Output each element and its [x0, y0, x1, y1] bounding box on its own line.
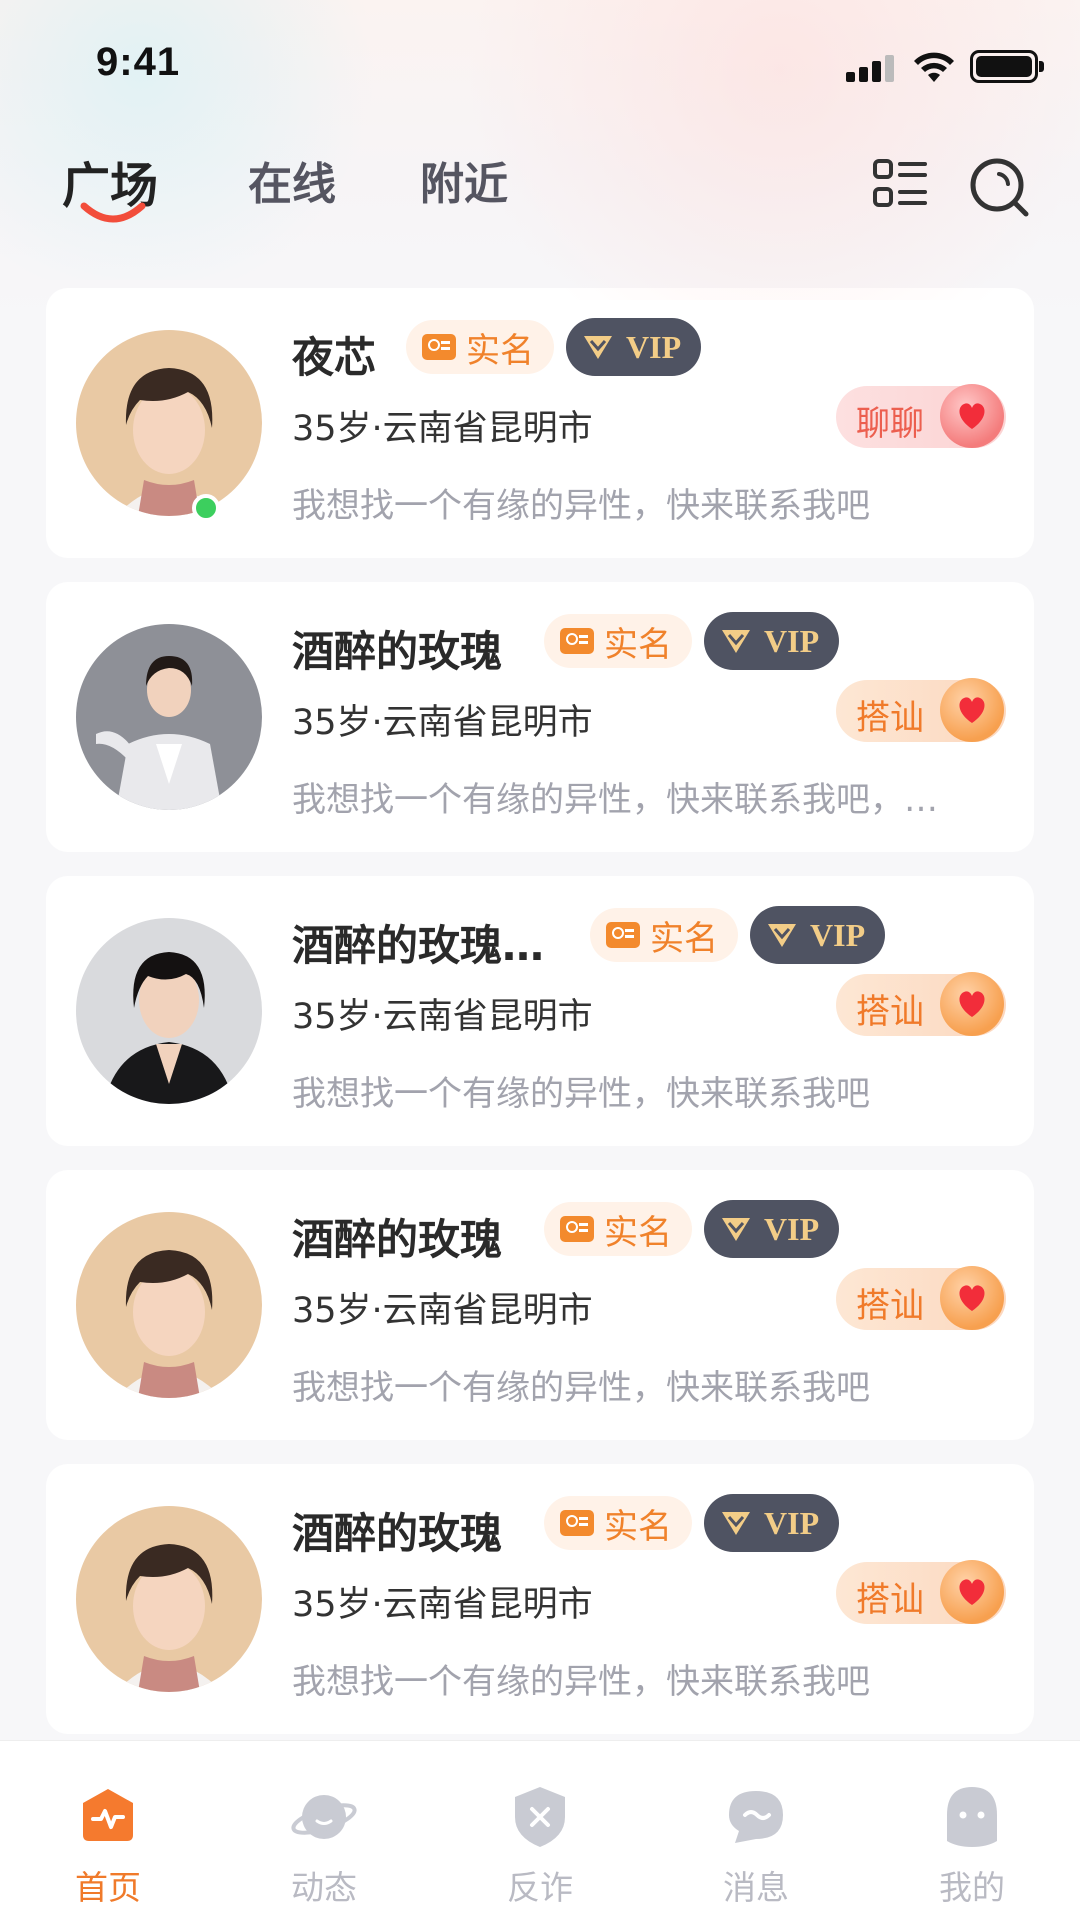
vip-badge: VIP — [704, 1494, 840, 1552]
vip-label: VIP — [764, 1210, 820, 1247]
avatar[interactable] — [76, 1506, 262, 1692]
user-name: 酒醉的玫瑰 — [292, 627, 503, 676]
id-card-icon — [560, 1216, 594, 1242]
tab-nearby[interactable]: 附近 — [420, 148, 508, 212]
wifi-icon — [914, 52, 954, 82]
id-card-icon — [560, 628, 594, 654]
vip-badge: VIP — [704, 612, 840, 670]
user-bio: 我想找一个有缘的异性，快来联系我吧，… — [292, 780, 938, 820]
user-name: 夜芯 — [292, 333, 377, 382]
user-name: 酒醉的玫瑰… — [292, 921, 545, 970]
id-card-icon — [422, 334, 456, 360]
user-bio: 我想找一个有缘的异性，快来联系我吧 — [292, 1368, 870, 1408]
verified-badge: 实名 — [544, 614, 692, 668]
avatar[interactable] — [76, 330, 262, 516]
user-name: 酒醉的玫瑰 — [292, 1509, 503, 1558]
verified-label: 实名 — [604, 1212, 672, 1253]
vip-badge: VIP — [566, 318, 702, 376]
heart-icon — [940, 1560, 1004, 1624]
verified-label: 实名 — [604, 624, 672, 665]
shield-icon — [505, 1781, 575, 1851]
diamond-icon — [722, 1512, 750, 1535]
user-card[interactable]: 酒醉的玫瑰 实名 VIP 35岁·云南省昆明市 我想找一个有缘的异性，快来联系我… — [46, 1464, 1034, 1734]
tab-active-indicator — [80, 202, 146, 223]
diamond-icon — [722, 630, 750, 653]
heart-icon — [940, 384, 1004, 448]
greet-button[interactable]: 搭讪 — [836, 678, 1006, 742]
verified-label: 实名 — [650, 918, 718, 959]
user-bio: 我想找一个有缘的异性，快来联系我吧 — [292, 486, 870, 526]
greet-button-label: 搭讪 — [856, 1580, 924, 1620]
verified-badge: 实名 — [590, 908, 738, 962]
verified-label: 实名 — [604, 1506, 672, 1547]
avatar[interactable] — [76, 918, 262, 1104]
user-meta: 35岁·云南省昆明市 — [292, 997, 593, 1037]
search-icon[interactable] — [968, 156, 1030, 218]
status-bar: 9:41 — [0, 0, 1080, 130]
tabbar-messages[interactable]: 消息 — [686, 1781, 826, 1909]
avatar[interactable] — [76, 1212, 262, 1398]
verified-badge: 实名 — [544, 1496, 692, 1550]
heart-icon — [940, 972, 1004, 1036]
greet-button-label: 搭讪 — [856, 992, 924, 1032]
user-meta: 35岁·云南省昆明市 — [292, 703, 593, 743]
vip-label: VIP — [764, 622, 820, 659]
greet-button-label: 搭讪 — [856, 1286, 924, 1326]
greet-button-label: 搭讪 — [856, 698, 924, 738]
message-icon — [721, 1781, 791, 1851]
online-status-dot — [192, 494, 220, 522]
tabbar-home-label: 首页 — [75, 1868, 141, 1907]
tabbar-moments[interactable]: 动态 — [254, 1781, 394, 1909]
user-card[interactable]: 酒醉的玫瑰 实名 VIP 35岁·云南省昆明市 我想找一个有缘的异性，快来联系我… — [46, 1170, 1034, 1440]
tabbar-home[interactable]: 首页 — [38, 1781, 178, 1909]
avatar[interactable] — [76, 624, 262, 810]
diamond-icon — [768, 924, 796, 947]
top-nav: 广场 在线 附近 — [0, 140, 1080, 240]
user-meta: 35岁·云南省昆明市 — [292, 1291, 593, 1331]
verified-badge: 实名 — [544, 1202, 692, 1256]
user-card[interactable]: 夜芯 实名 VIP 35岁·云南省昆明市 我想找一个有缘的异性，快来联系我吧 聊… — [46, 288, 1034, 558]
user-card[interactable]: 酒醉的玫瑰 实名 VIP 35岁·云南省昆明市 我想找一个有缘的异性，快来联系我… — [46, 582, 1034, 852]
tabbar-profile[interactable]: 我的 — [902, 1781, 1042, 1909]
verified-label: 实名 — [466, 330, 534, 371]
user-bio: 我想找一个有缘的异性，快来联系我吧 — [292, 1074, 870, 1114]
chat-button[interactable]: 聊聊 — [836, 384, 1006, 448]
tabbar-profile-label: 我的 — [939, 1868, 1005, 1907]
battery-icon — [970, 50, 1044, 83]
vip-badge: VIP — [750, 906, 886, 964]
id-card-icon — [560, 1510, 594, 1536]
vip-badge: VIP — [704, 1200, 840, 1258]
user-card[interactable]: 酒醉的玫瑰… 实名 VIP 35岁·云南省昆明市 我想找一个有缘的异性，快来联系… — [46, 876, 1034, 1146]
chat-button-label: 聊聊 — [856, 404, 924, 444]
tabbar-antifraud[interactable]: 反诈 — [470, 1781, 610, 1909]
app-screen: 9:41 广场 在线 附近 夜芯 实名 VIP 35岁·云南省昆明市 我想找一个… — [0, 0, 1080, 1920]
tab-online[interactable]: 在线 — [248, 148, 336, 212]
profile-icon — [937, 1781, 1007, 1851]
verified-badge: 实名 — [406, 320, 554, 374]
diamond-icon — [584, 336, 612, 359]
id-card-icon — [606, 922, 640, 948]
greet-button[interactable]: 搭讪 — [836, 1266, 1006, 1330]
list-view-icon[interactable] — [872, 156, 928, 212]
user-bio: 我想找一个有缘的异性，快来联系我吧 — [292, 1662, 870, 1702]
vip-label: VIP — [626, 328, 682, 365]
planet-icon — [289, 1781, 359, 1851]
bottom-tab-bar: 首页 动态 反诈 消息 我的 — [0, 1740, 1080, 1920]
heart-icon — [940, 1266, 1004, 1330]
user-meta: 35岁·云南省昆明市 — [292, 1585, 593, 1625]
diamond-icon — [722, 1218, 750, 1241]
signal-icon — [846, 54, 896, 82]
greet-button[interactable]: 搭讪 — [836, 1560, 1006, 1624]
vip-label: VIP — [764, 1504, 820, 1541]
user-meta: 35岁·云南省昆明市 — [292, 409, 593, 449]
home-icon — [73, 1781, 143, 1851]
tabbar-antifraud-label: 反诈 — [507, 1868, 573, 1907]
user-name: 酒醉的玫瑰 — [292, 1215, 503, 1264]
status-time: 9:41 — [96, 40, 181, 84]
greet-button[interactable]: 搭讪 — [836, 972, 1006, 1036]
tabbar-messages-label: 消息 — [723, 1868, 789, 1907]
vip-label: VIP — [810, 916, 866, 953]
tabbar-moments-label: 动态 — [291, 1868, 357, 1907]
heart-icon — [940, 678, 1004, 742]
